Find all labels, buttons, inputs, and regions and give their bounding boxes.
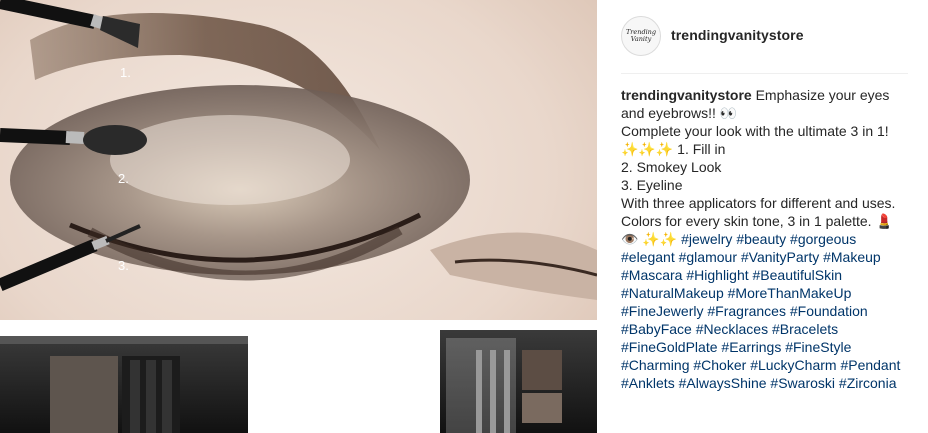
hashtag-link[interactable]: #Pendant xyxy=(840,357,900,373)
hashtag-link[interactable]: #FineGoldPlate xyxy=(621,339,718,355)
step-label-3: 3. xyxy=(118,258,129,273)
caption-line: 3. Eyeline xyxy=(621,177,683,193)
hashtag-link[interactable]: #AlwaysShine xyxy=(679,375,767,391)
hashtag-link[interactable]: #BabyFace xyxy=(621,321,692,337)
hashtag-link[interactable]: #Choker xyxy=(693,357,746,373)
step-label-1: 1. xyxy=(120,65,131,80)
hashtag-link[interactable]: #Highlight xyxy=(686,267,748,283)
hashtag-link[interactable]: #Swaroski xyxy=(770,375,835,391)
step-label-2: 2. xyxy=(118,171,129,186)
post-caption: trendingvanitystore Emphasize your eyes … xyxy=(621,86,913,392)
avatar-text-line2: Vanity xyxy=(630,35,652,43)
caption-line: 2. Smokey Look xyxy=(621,159,722,175)
hashtag-link[interactable]: #Earrings xyxy=(721,339,781,355)
hashtag-link[interactable]: #jewelry xyxy=(681,231,732,247)
hashtag-link[interactable]: #Mascara xyxy=(621,267,682,283)
hashtag-link[interactable]: #elegant xyxy=(621,249,675,265)
divider xyxy=(621,73,908,74)
post-header: Trending Vanity trendingvanitystore xyxy=(597,0,928,73)
post-sidebar: Trending Vanity trendingvanitystore tren… xyxy=(597,0,928,433)
hashtag-link[interactable]: #Zirconia xyxy=(839,375,897,391)
hashtag-link[interactable]: #LuckyCharm xyxy=(750,357,836,373)
hashtag-link[interactable]: #FineJewerly xyxy=(621,303,703,319)
hashtag-link[interactable]: #Fragrances xyxy=(707,303,786,319)
hashtag-link[interactable]: #NaturalMakeup xyxy=(621,285,724,301)
username-link[interactable]: trendingvanitystore xyxy=(671,27,804,43)
avatar[interactable]: Trending Vanity xyxy=(621,16,661,56)
instagram-post: 1. 2. 3. Trending Vanity trendingvanitys… xyxy=(0,0,928,433)
palette-closed-icon xyxy=(440,330,597,433)
hashtag-link[interactable]: #beauty xyxy=(736,231,786,247)
caption-line: ✨✨✨ 1. Fill in xyxy=(621,141,726,157)
eye-makeup-photo: 1. 2. 3. xyxy=(0,0,597,433)
hashtag-link[interactable]: #BeautifulSkin xyxy=(753,267,843,283)
hashtag-link[interactable]: #Bracelets xyxy=(772,321,838,337)
hashtag-link[interactable]: #Makeup xyxy=(823,249,881,265)
hashtag-link[interactable]: #Anklets xyxy=(621,375,675,391)
hashtag-link[interactable]: #gorgeous xyxy=(790,231,856,247)
hashtag-link[interactable]: #Necklaces xyxy=(696,321,768,337)
hashtag-link[interactable]: #Foundation xyxy=(790,303,868,319)
hashtag-list: #jewelry #beauty #gorgeous #elegant #gla… xyxy=(621,231,900,391)
hashtag-link[interactable]: #MoreThanMakeUp xyxy=(728,285,852,301)
hashtag-link[interactable]: #VanityParty xyxy=(741,249,819,265)
palette-open-icon xyxy=(0,336,248,433)
hashtag-link[interactable]: #glamour xyxy=(679,249,737,265)
post-image[interactable]: 1. 2. 3. xyxy=(0,0,597,433)
hashtag-link[interactable]: #FineStyle xyxy=(785,339,851,355)
caption-author-link[interactable]: trendingvanitystore xyxy=(621,87,752,103)
hashtag-link[interactable]: #Charming xyxy=(621,357,689,373)
caption-line: Complete your look with the ultimate 3 i… xyxy=(621,123,889,139)
